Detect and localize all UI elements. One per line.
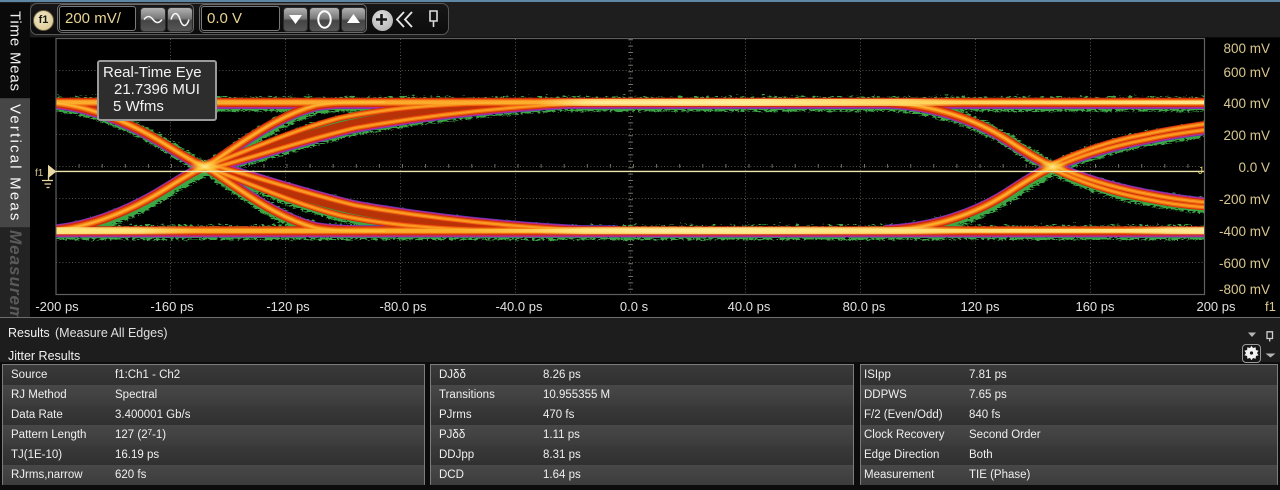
svg-text:f1: f1	[35, 168, 44, 179]
